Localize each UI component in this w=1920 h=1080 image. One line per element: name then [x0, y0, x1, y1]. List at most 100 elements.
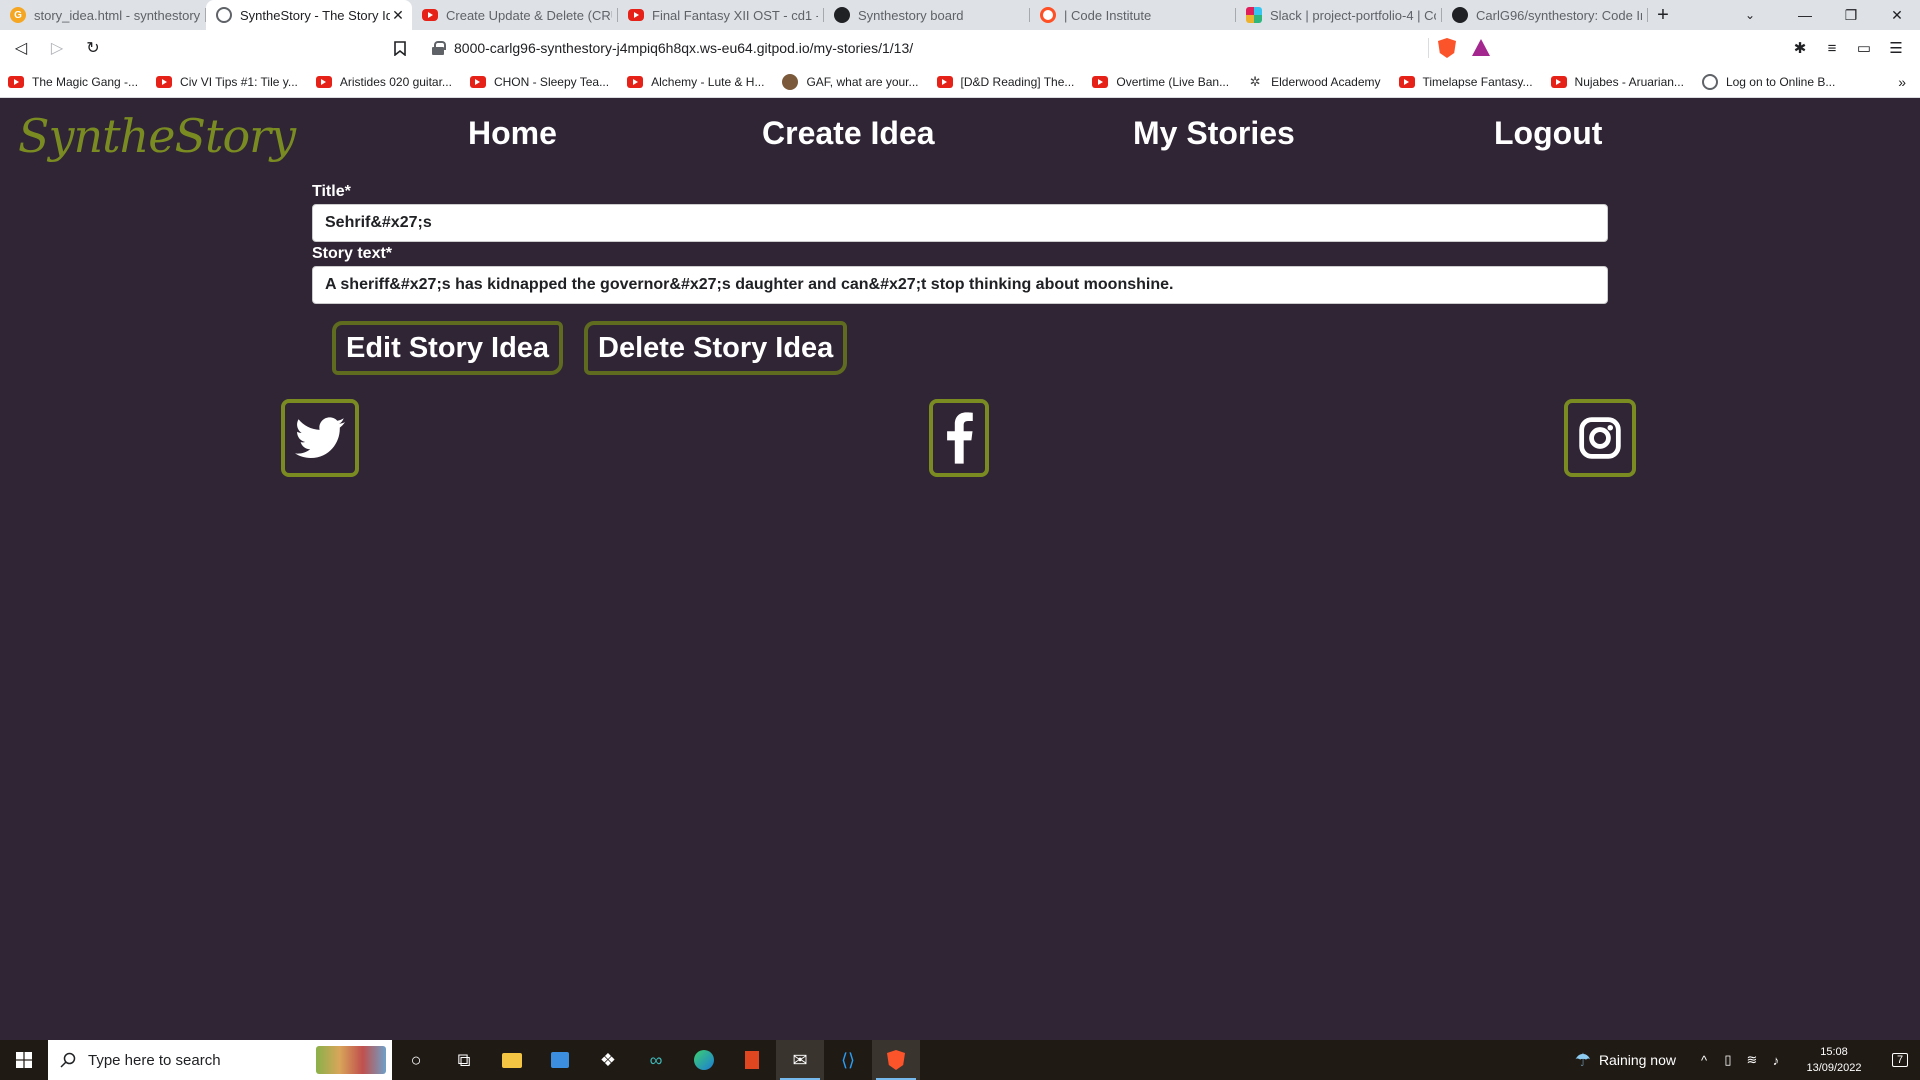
divider — [1428, 38, 1429, 58]
bookmark-item[interactable]: Alchemy - Lute & H... — [627, 75, 764, 89]
taskbar-search[interactable]: Type here to search — [48, 1040, 392, 1080]
forward-icon[interactable]: ▷ — [42, 33, 72, 63]
bookmark-item[interactable]: Nujabes - Aruarian... — [1550, 74, 1684, 89]
date-text: 13/09/2022 — [1806, 1062, 1862, 1074]
nav-my-stories[interactable]: My Stories — [1133, 115, 1295, 152]
bookmark-label: Elderwood Academy — [1271, 74, 1381, 89]
task-view-icon[interactable]: ⧉ — [440, 1040, 488, 1080]
youtube-icon — [156, 75, 173, 88]
back-icon[interactable]: ◁ — [6, 33, 36, 63]
bookmark-item[interactable]: ✲ Elderwood Academy — [1247, 74, 1381, 89]
browser-tab[interactable]: CarlG96/synthestory: Code Insti — [1442, 0, 1648, 30]
windows-start-button[interactable] — [0, 1040, 48, 1080]
bookmark-item[interactable]: [D&D Reading] The... — [936, 74, 1075, 89]
tab-search-icon[interactable]: ⌄ — [1730, 0, 1770, 30]
browser-tab[interactable]: Slack | project-portfolio-4 | Code — [1236, 0, 1442, 30]
minimize-icon[interactable]: — — [1782, 0, 1828, 30]
browser-tab[interactable]: Create Update & Delete (CRUD) — [412, 0, 618, 30]
more-bookmarks-icon[interactable]: » — [1898, 66, 1906, 98]
bookmark-item[interactable]: Timelapse Fantasy... — [1398, 75, 1533, 89]
bookmark-item[interactable]: CHON - Sleepy Tea... — [469, 74, 610, 89]
globe-icon — [1701, 73, 1718, 90]
gaf-icon — [782, 73, 799, 90]
close-tab-icon[interactable]: ✕ — [390, 7, 406, 24]
browser-tab-active[interactable]: SyntheStory - The Story Idea ✕ — [206, 0, 412, 30]
clock[interactable]: 15:08 13/09/2022 — [1794, 1044, 1874, 1076]
bookmark-item[interactable]: The Magic Gang -... — [8, 75, 138, 89]
microsoft-store-icon[interactable] — [536, 1040, 584, 1080]
arduino-icon[interactable]: ∞ — [632, 1040, 680, 1080]
mail-icon[interactable]: ✉ — [776, 1040, 824, 1080]
story-text-label: Story text* — [312, 245, 393, 262]
nav-home[interactable]: Home — [468, 115, 557, 152]
restore-icon[interactable]: ❐ — [1828, 0, 1874, 30]
playlist-icon[interactable]: ≡ — [1816, 40, 1848, 57]
browser-tab[interactable]: G story_idea.html - synthestory - G — [0, 0, 206, 30]
notification-center-icon[interactable]: 7 — [1880, 1040, 1920, 1080]
slack-icon — [1246, 7, 1262, 23]
brave-browser-icon[interactable] — [872, 1040, 920, 1080]
vscode-icon[interactable]: ⟨⟩ — [824, 1040, 872, 1080]
wifi-icon[interactable]: ≋ — [1740, 1052, 1764, 1068]
title-input[interactable] — [312, 204, 1608, 242]
system-tray: ☂ Raining now ^ ▯ ≋ ♪ 15:08 13/09/2022 7 — [1575, 1040, 1920, 1080]
title-label: Title* — [312, 183, 351, 200]
delete-story-button[interactable]: Delete Story Idea — [584, 321, 848, 375]
github-icon — [1452, 7, 1468, 23]
bookmark-label: CHON - Sleepy Tea... — [493, 74, 610, 89]
wallet-icon[interactable]: ▭ — [1848, 39, 1880, 57]
address-bar[interactable]: 8000-carlg96-synthestory-j4mpiq6h8qx.ws-… — [420, 34, 1498, 62]
chevron-up-icon[interactable]: ^ — [1692, 1053, 1716, 1068]
weather-widget[interactable]: ☂ Raining now — [1575, 1050, 1676, 1071]
edit-story-button[interactable]: Edit Story Idea — [332, 321, 564, 375]
bookmarks-bar: The Magic Gang -... Civ VI Tips #1: Tile… — [0, 66, 1920, 98]
office-icon[interactable] — [728, 1040, 776, 1080]
extensions-icon[interactable]: ✱ — [1784, 39, 1816, 57]
file-explorer-icon[interactable] — [488, 1040, 536, 1080]
brave-rewards-icon[interactable] — [1472, 39, 1490, 56]
bookmark-item[interactable]: Overtime (Live Ban... — [1092, 75, 1229, 89]
close-window-icon[interactable]: ✕ — [1874, 0, 1920, 30]
search-placeholder: Type here to search — [88, 1051, 221, 1069]
bookmark-label: Nujabes - Aruarian... — [1574, 74, 1684, 89]
bookmark-item[interactable]: Aristides 020 guitar... — [315, 75, 452, 89]
site-logo[interactable]: SyntheStory — [18, 109, 296, 163]
youtube-icon — [469, 75, 486, 88]
dropbox-icon[interactable]: ❖ — [584, 1040, 632, 1080]
browser-tab[interactable]: | Code Institute — [1030, 0, 1236, 30]
window-controls: — ❐ ✕ — [1782, 0, 1920, 30]
bookmark-item[interactable]: Log on to Online B... — [1701, 73, 1836, 90]
youtube-icon — [422, 9, 438, 21]
instagram-link[interactable] — [1564, 399, 1636, 477]
device-icon[interactable]: ▯ — [1716, 1052, 1740, 1068]
youtube-icon — [1092, 75, 1109, 88]
youtube-icon — [936, 75, 953, 88]
bookmark-item[interactable]: GAF, what are your... — [782, 73, 919, 90]
bookmark-label: [D&D Reading] The... — [960, 74, 1075, 89]
bookmark-label: Log on to Online B... — [1725, 74, 1836, 89]
bookmark-item[interactable]: Civ VI Tips #1: Tile y... — [156, 75, 298, 89]
facebook-icon — [947, 412, 973, 464]
facebook-link[interactable] — [929, 399, 989, 477]
search-highlight-image — [316, 1046, 386, 1074]
cortana-icon[interactable]: ○ — [392, 1040, 440, 1080]
tab-title: Synthestory board — [858, 7, 964, 23]
browser-tab[interactable]: Synthestory board — [824, 0, 1030, 30]
windows-taskbar: Type here to search ○ ⧉ ❖ ∞ ✉ ⟨⟩ ☂ Raini… — [0, 1040, 1920, 1080]
volume-icon[interactable]: ♪ — [1764, 1053, 1788, 1068]
browser-tab[interactable]: Final Fantasy XII OST - cd1 - 17 — [618, 0, 824, 30]
menu-icon[interactable]: ☰ — [1880, 39, 1912, 57]
nav-logout[interactable]: Logout — [1494, 115, 1602, 152]
tab-title: | Code Institute — [1064, 7, 1152, 23]
youtube-icon — [1398, 75, 1415, 88]
gitpod-icon: G — [10, 7, 26, 23]
page-content: SyntheStory Home Create Idea My Stories … — [0, 99, 1920, 1040]
edge-icon[interactable] — [680, 1040, 728, 1080]
new-tab-button[interactable]: + — [1648, 0, 1678, 30]
globe-icon — [216, 7, 232, 23]
bookmark-icon[interactable] — [385, 33, 415, 63]
twitter-link[interactable] — [281, 399, 359, 477]
reload-icon[interactable]: ↻ — [78, 33, 108, 63]
story-text-input[interactable] — [312, 266, 1608, 304]
nav-create-idea[interactable]: Create Idea — [762, 115, 935, 152]
